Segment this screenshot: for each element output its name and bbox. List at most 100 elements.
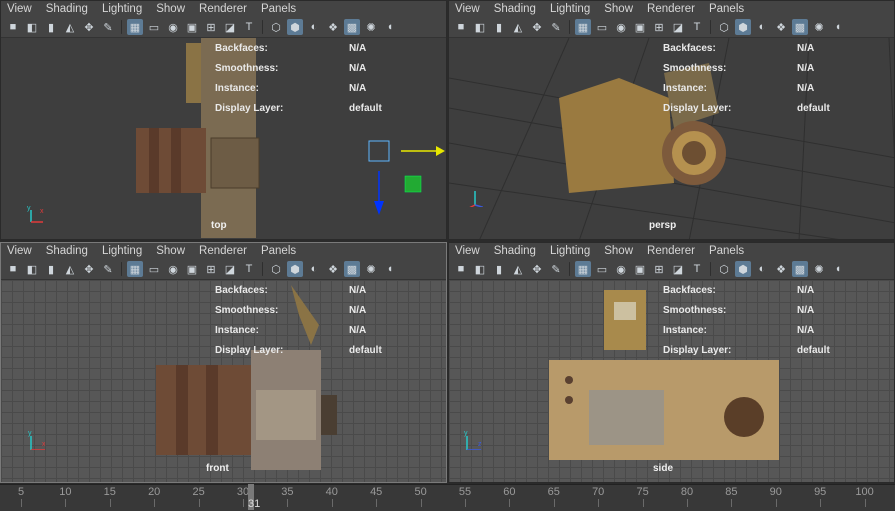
use-default-material-icon[interactable]: ◐ bbox=[306, 261, 322, 277]
menu-view[interactable]: View bbox=[7, 245, 32, 257]
viewport-top[interactable]: View Shading Lighting Show Renderer Pane… bbox=[0, 0, 447, 240]
safe-action-icon[interactable]: ◪ bbox=[670, 19, 686, 35]
two-d-pan-icon[interactable]: ✥ bbox=[81, 19, 97, 35]
menu-renderer[interactable]: Renderer bbox=[199, 245, 247, 257]
camera-attr-icon[interactable]: ◧ bbox=[24, 261, 40, 277]
smooth-shade-icon[interactable]: ⬢ bbox=[287, 261, 303, 277]
film-gate-icon[interactable]: ▭ bbox=[146, 19, 162, 35]
safe-title-icon[interactable]: T bbox=[241, 19, 257, 35]
grid-icon[interactable]: ▦ bbox=[575, 19, 591, 35]
menu-view[interactable]: View bbox=[7, 3, 32, 15]
menu-panels[interactable]: Panels bbox=[709, 3, 744, 15]
field-chart-icon[interactable]: ⊞ bbox=[203, 261, 219, 277]
viewport-side[interactable]: View Shading Lighting Show Renderer Pane… bbox=[448, 242, 895, 483]
grease-pencil-icon[interactable]: ✎ bbox=[100, 19, 116, 35]
grid-icon[interactable]: ▦ bbox=[127, 19, 143, 35]
film-gate-icon[interactable]: ▭ bbox=[146, 261, 162, 277]
wireframe-icon[interactable]: ⬡ bbox=[716, 19, 732, 35]
textured-icon[interactable]: ▩ bbox=[344, 261, 360, 277]
safe-title-icon[interactable]: T bbox=[689, 19, 705, 35]
resolution-gate-icon[interactable]: ◉ bbox=[165, 19, 181, 35]
camera-attr-icon[interactable]: ◧ bbox=[472, 19, 488, 35]
bookmark-icon[interactable]: ▮ bbox=[491, 19, 507, 35]
menu-shading[interactable]: Shading bbox=[494, 3, 536, 15]
menu-lighting[interactable]: Lighting bbox=[550, 245, 590, 257]
viewport-front[interactable]: View Shading Lighting Show Renderer Pane… bbox=[0, 242, 447, 483]
grease-pencil-icon[interactable]: ✎ bbox=[548, 261, 564, 277]
camera-icon[interactable]: ■ bbox=[5, 261, 21, 277]
field-chart-icon[interactable]: ⊞ bbox=[203, 19, 219, 35]
image-plane-icon[interactable]: ◭ bbox=[62, 19, 78, 35]
textured-icon[interactable]: ▩ bbox=[792, 261, 808, 277]
bookmark-icon[interactable]: ▮ bbox=[43, 261, 59, 277]
image-plane-icon[interactable]: ◭ bbox=[510, 19, 526, 35]
smooth-shade-icon[interactable]: ⬢ bbox=[287, 19, 303, 35]
shadows-icon[interactable]: ◖ bbox=[830, 19, 846, 35]
viewport-scene[interactable]: Backfaces: N/A Smoothness: N/A Instance: N/… bbox=[1, 280, 446, 482]
menu-shading[interactable]: Shading bbox=[46, 3, 88, 15]
safe-title-icon[interactable]: T bbox=[241, 261, 257, 277]
field-chart-icon[interactable]: ⊞ bbox=[651, 19, 667, 35]
gate-mask-icon[interactable]: ▣ bbox=[632, 261, 648, 277]
menu-shading[interactable]: Shading bbox=[494, 245, 536, 257]
safe-title-icon[interactable]: T bbox=[689, 261, 705, 277]
shadows-icon[interactable]: ◖ bbox=[382, 19, 398, 35]
menu-show[interactable]: Show bbox=[604, 3, 633, 15]
camera-attr-icon[interactable]: ◧ bbox=[472, 261, 488, 277]
grid-icon[interactable]: ▦ bbox=[127, 261, 143, 277]
menu-shading[interactable]: Shading bbox=[46, 245, 88, 257]
menu-panels[interactable]: Panels bbox=[261, 3, 296, 15]
resolution-gate-icon[interactable]: ◉ bbox=[613, 19, 629, 35]
film-gate-icon[interactable]: ▭ bbox=[594, 261, 610, 277]
use-all-lights-icon[interactable]: ✺ bbox=[363, 19, 379, 35]
safe-action-icon[interactable]: ◪ bbox=[222, 19, 238, 35]
gate-mask-icon[interactable]: ▣ bbox=[184, 19, 200, 35]
gate-mask-icon[interactable]: ▣ bbox=[632, 19, 648, 35]
textured-icon[interactable]: ▩ bbox=[792, 19, 808, 35]
viewport-scene[interactable]: Backfaces: N/A Smoothness: N/A Instance: N/… bbox=[1, 38, 446, 239]
shadows-icon[interactable]: ◖ bbox=[382, 261, 398, 277]
bookmark-icon[interactable]: ▮ bbox=[43, 19, 59, 35]
field-chart-icon[interactable]: ⊞ bbox=[651, 261, 667, 277]
menu-renderer[interactable]: Renderer bbox=[199, 3, 247, 15]
use-default-material-icon[interactable]: ◐ bbox=[754, 19, 770, 35]
menu-panels[interactable]: Panels bbox=[261, 245, 296, 257]
wireframe-on-shaded-icon[interactable]: ❖ bbox=[325, 19, 341, 35]
two-d-pan-icon[interactable]: ✥ bbox=[529, 19, 545, 35]
wireframe-on-shaded-icon[interactable]: ❖ bbox=[773, 261, 789, 277]
shadows-icon[interactable]: ◖ bbox=[830, 261, 846, 277]
use-all-lights-icon[interactable]: ✺ bbox=[363, 261, 379, 277]
safe-action-icon[interactable]: ◪ bbox=[670, 261, 686, 277]
grease-pencil-icon[interactable]: ✎ bbox=[548, 19, 564, 35]
wireframe-on-shaded-icon[interactable]: ❖ bbox=[773, 19, 789, 35]
menu-show[interactable]: Show bbox=[156, 3, 185, 15]
smooth-shade-icon[interactable]: ⬢ bbox=[735, 261, 751, 277]
camera-icon[interactable]: ■ bbox=[453, 19, 469, 35]
menu-lighting[interactable]: Lighting bbox=[550, 3, 590, 15]
viewport-persp[interactable]: View Shading Lighting Show Renderer Pane… bbox=[448, 0, 895, 240]
safe-action-icon[interactable]: ◪ bbox=[222, 261, 238, 277]
wireframe-on-shaded-icon[interactable]: ❖ bbox=[325, 261, 341, 277]
menu-renderer[interactable]: Renderer bbox=[647, 3, 695, 15]
use-default-material-icon[interactable]: ◐ bbox=[754, 261, 770, 277]
menu-show[interactable]: Show bbox=[604, 245, 633, 257]
textured-icon[interactable]: ▩ bbox=[344, 19, 360, 35]
image-plane-icon[interactable]: ◭ bbox=[510, 261, 526, 277]
smooth-shade-icon[interactable]: ⬢ bbox=[735, 19, 751, 35]
resolution-gate-icon[interactable]: ◉ bbox=[613, 261, 629, 277]
use-default-material-icon[interactable]: ◐ bbox=[306, 19, 322, 35]
use-all-lights-icon[interactable]: ✺ bbox=[811, 261, 827, 277]
menu-show[interactable]: Show bbox=[156, 245, 185, 257]
wireframe-icon[interactable]: ⬡ bbox=[716, 261, 732, 277]
menu-lighting[interactable]: Lighting bbox=[102, 245, 142, 257]
gate-mask-icon[interactable]: ▣ bbox=[184, 261, 200, 277]
two-d-pan-icon[interactable]: ✥ bbox=[81, 261, 97, 277]
wireframe-icon[interactable]: ⬡ bbox=[268, 261, 284, 277]
time-slider[interactable]: 5 10 15 20 25 30 35 40 45 50 55 60 65 70 75 80 85 90 95 100 bbox=[0, 484, 895, 511]
wireframe-icon[interactable]: ⬡ bbox=[268, 19, 284, 35]
menu-lighting[interactable]: Lighting bbox=[102, 3, 142, 15]
grease-pencil-icon[interactable]: ✎ bbox=[100, 261, 116, 277]
image-plane-icon[interactable]: ◭ bbox=[62, 261, 78, 277]
grid-icon[interactable]: ▦ bbox=[575, 261, 591, 277]
camera-attr-icon[interactable]: ◧ bbox=[24, 19, 40, 35]
